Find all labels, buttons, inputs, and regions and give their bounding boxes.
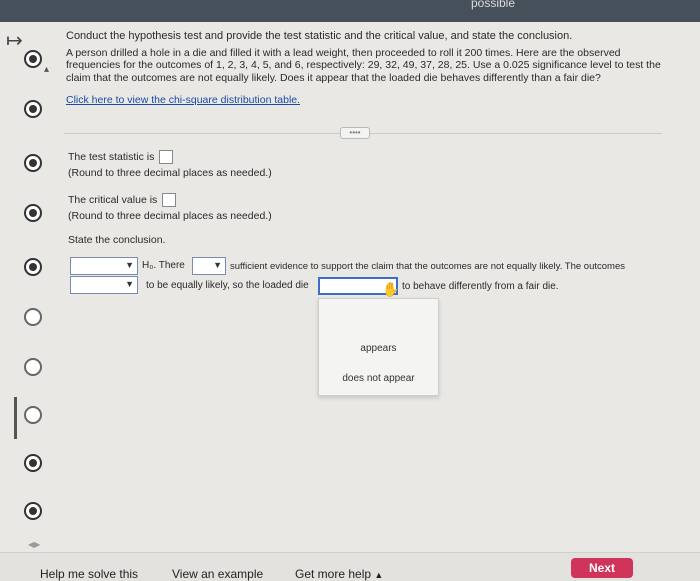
question-7-dot[interactable]	[24, 358, 42, 376]
dropdown-option-does-not-appear[interactable]: does not appear	[319, 373, 438, 384]
h0-text: H₀. There	[142, 260, 185, 271]
h0-decision-select[interactable]: ▼	[70, 257, 138, 275]
hand-cursor-icon: ✋	[382, 281, 400, 297]
answer-area: The test statistic is (Round to three de…	[68, 150, 668, 246]
conclusion-line2-text: to be equally likely, so the loaded die	[146, 280, 309, 291]
get-more-help-label: Get more help	[295, 567, 372, 581]
instruction-text: Conduct the hypothesis test and provide …	[66, 30, 573, 42]
question-1-dot[interactable]	[24, 50, 42, 68]
test-statistic-hint: (Round to three decimal places as needed…	[68, 167, 272, 179]
status-text: possible	[470, 0, 515, 10]
view-example-button[interactable]: View an example	[172, 567, 263, 581]
get-more-help-button[interactable]: Get more help ▲	[295, 567, 383, 581]
test-statistic-input[interactable]	[159, 150, 174, 164]
question-2-dot[interactable]	[24, 100, 42, 118]
question-5-dot[interactable]	[24, 258, 42, 276]
critical-value-hint: (Round to three decimal places as needed…	[68, 210, 272, 222]
question-8-dot[interactable]	[24, 406, 42, 424]
question-nav: ↦ ▴ ◀▶	[0, 22, 50, 552]
nav-arrows-icon[interactable]: ◀▶	[28, 540, 40, 549]
question-3-dot[interactable]	[24, 154, 42, 172]
state-conclusion-label: State the conclusion.	[68, 234, 166, 246]
question-4-dot[interactable]	[24, 204, 42, 222]
help-me-solve-button[interactable]: Help me solve this	[40, 567, 138, 581]
chevron-down-icon: ▼	[125, 279, 134, 289]
question-9-dot[interactable]	[24, 454, 42, 472]
dropdown-option-appears[interactable]: appears	[319, 343, 438, 354]
active-question-indicator	[14, 397, 17, 439]
question-10-dot[interactable]	[24, 502, 42, 520]
chevron-down-icon: ▼	[213, 260, 222, 270]
test-statistic-label: The test statistic is	[68, 150, 155, 163]
chi-square-table-link[interactable]: Click here to view the chi-square distri…	[66, 94, 300, 107]
outcomes-appear-select[interactable]: ▼	[70, 276, 138, 294]
question-text: Conduct the hypothesis test and provide …	[66, 30, 666, 107]
collapse-arrow-icon[interactable]: ↦	[6, 28, 23, 53]
critical-value-row: The critical value is	[68, 193, 668, 207]
critical-value-label: The critical value is	[68, 193, 158, 206]
question-6-dot[interactable]	[24, 308, 42, 326]
caret-up-icon: ▲	[374, 570, 384, 580]
question-body: A person drilled a hole in a die and fil…	[66, 46, 661, 84]
next-button[interactable]: Next	[571, 558, 633, 578]
divider-handle[interactable]: ••••	[340, 127, 370, 139]
critical-value-input[interactable]	[162, 193, 177, 207]
top-bar: possible	[0, 0, 700, 22]
conclusion-middle-text: sufficient evidence to support the claim…	[230, 261, 625, 272]
loaded-die-dropdown-menu: appears does not appear	[318, 298, 439, 396]
chevron-down-icon: ▼	[125, 260, 134, 270]
evidence-select[interactable]: ▼	[192, 257, 226, 275]
conclusion-end-text: to behave differently from a fair die.	[402, 281, 559, 292]
test-statistic-row: The test statistic is	[68, 150, 668, 164]
expand-icon[interactable]: ▴	[44, 64, 49, 75]
